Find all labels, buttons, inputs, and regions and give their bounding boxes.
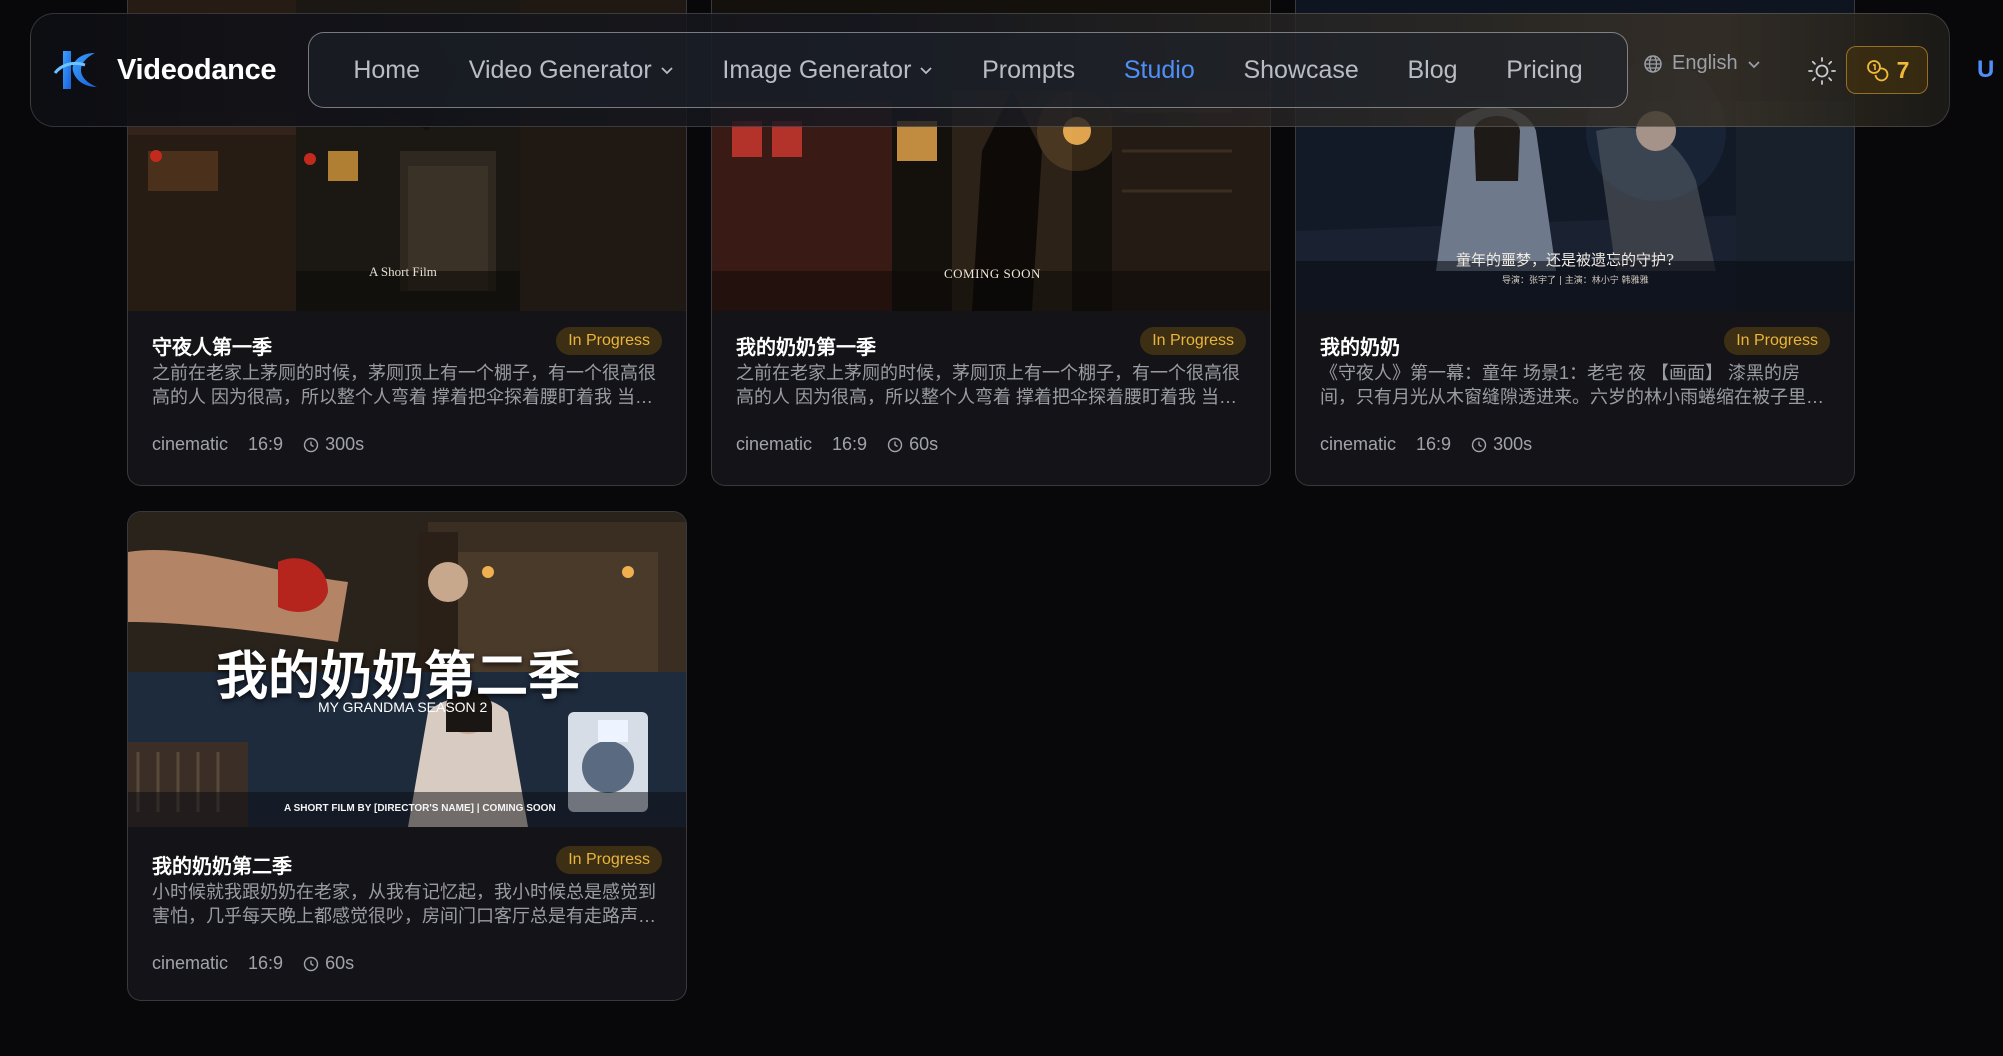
thumbnail-title: 我的奶奶第二季: [216, 646, 581, 707]
chevron-down-icon: [920, 67, 933, 75]
project-description: 之前在老家上茅厕的时候，茅厕顶上有一个棚子，有一个很高很高的人 因为很高，所以整…: [152, 363, 656, 407]
main-nav: Home Video Generator Image Generator Pro…: [308, 32, 1628, 108]
project-title: 我的奶奶: [1320, 337, 1400, 359]
nav-home[interactable]: Home: [353, 56, 420, 85]
nav-pricing[interactable]: Pricing: [1506, 56, 1582, 85]
ratio-tag: 16:9: [832, 434, 868, 454]
project-meta: cinematic 16:9 60s: [152, 953, 354, 974]
clock-icon: [303, 956, 319, 971]
thumbnail-credit: 导演：张宇了 | 主演：林小宁 韩雅雅: [1502, 276, 1649, 286]
nav-prompts-label: Prompts: [982, 55, 1076, 84]
project-title: 我的奶奶第二季: [152, 856, 292, 878]
project-description: 小时候就我跟奶奶在老家，从我有记忆起，我小时候总是感觉到害怕，几乎每天晚上都感觉…: [152, 882, 656, 926]
status-badge: In Progress: [1140, 327, 1246, 355]
project-title: 守夜人第一季: [152, 337, 272, 359]
videodance-logo-icon: [53, 51, 97, 89]
brand[interactable]: Videodance: [51, 43, 313, 97]
project-meta: cinematic 16:9 300s: [152, 434, 364, 455]
user-avatar[interactable]: U: [1977, 56, 1994, 84]
clock-icon: [1471, 437, 1487, 452]
top-navbar: Videodance Home Video Generator Image Ge…: [30, 13, 1994, 127]
language-selector[interactable]: English: [1643, 52, 1761, 75]
coins-icon: [1866, 60, 1888, 82]
duration-label: 60s: [909, 434, 939, 454]
brand-name: Videodance: [117, 53, 277, 86]
project-description: 之前在老家上茅厕的时候，茅厕顶上有一个棚子，有一个很高很高的人 因为很高，所以整…: [736, 363, 1240, 407]
globe-icon: [1644, 54, 1662, 73]
style-tag: cinematic: [152, 953, 229, 973]
nav-image-generator-label: Image Generator: [722, 55, 912, 84]
chevron-down-icon: [1747, 60, 1760, 68]
theme-toggle-sun-icon[interactable]: [1807, 56, 1837, 86]
ratio-tag: 16:9: [1416, 434, 1452, 454]
thumbnail-subtitle: MY GRANDMA SEASON 2: [318, 699, 488, 715]
project-title: 我的奶奶第一季: [736, 337, 876, 359]
thumbnail-caption: A Short Film: [369, 264, 437, 279]
style-tag: cinematic: [152, 434, 229, 454]
duration-tag: 60s: [303, 953, 354, 974]
status-badge: In Progress: [1724, 327, 1830, 355]
clock-icon: [303, 437, 319, 452]
ratio-tag: 16:9: [248, 434, 284, 454]
nav-studio-label: Studio: [1123, 55, 1195, 84]
credits-count: 7: [1896, 56, 1910, 83]
thumbnail-caption: 童年的噩梦，还是被遗忘的守护?: [1456, 251, 1675, 269]
project-meta: cinematic 16:9 300s: [1320, 434, 1532, 455]
nav-video-generator-label: Video Generator: [468, 55, 652, 84]
duration-label: 300s: [1493, 434, 1533, 454]
nav-showcase[interactable]: Showcase: [1243, 56, 1358, 85]
nav-home-label: Home: [353, 55, 421, 84]
thumbnail-caption: COMING SOON: [944, 266, 1041, 281]
nav-pricing-label: Pricing: [1506, 55, 1583, 84]
project-description: 《守夜人》第一幕：童年 场景1：老宅 夜 【画面】 漆黑的房间，只有月光从木窗缝…: [1320, 363, 1824, 407]
status-badge: In Progress: [556, 846, 662, 874]
style-tag: cinematic: [1320, 434, 1397, 454]
nav-blog-label: Blog: [1407, 55, 1458, 84]
credits-button[interactable]: 7: [1846, 46, 1928, 94]
project-card[interactable]: 我的奶奶第二季 MY GRANDMA SEASON 2 A SHORT FILM…: [127, 511, 687, 1001]
duration-tag: 300s: [1471, 434, 1532, 455]
status-badge: In Progress: [556, 327, 662, 355]
nav-blog[interactable]: Blog: [1408, 56, 1458, 85]
project-meta: cinematic 16:9 60s: [736, 434, 938, 455]
language-label: English: [1672, 52, 1738, 74]
style-tag: cinematic: [736, 434, 813, 454]
nav-video-generator[interactable]: Video Generator: [469, 56, 674, 85]
chevron-down-icon: [661, 67, 673, 75]
nav-showcase-label: Showcase: [1243, 55, 1359, 84]
clock-icon: [887, 437, 903, 452]
project-thumbnail: 我的奶奶第二季 MY GRANDMA SEASON 2 A SHORT FILM…: [128, 512, 686, 827]
ratio-tag: 16:9: [248, 953, 284, 973]
duration-tag: 60s: [887, 434, 938, 455]
nav-image-generator[interactable]: Image Generator: [722, 56, 933, 85]
thumbnail-caption: A SHORT FILM BY [DIRECTOR'S NAME] | COMI…: [284, 803, 556, 814]
duration-label: 60s: [325, 953, 355, 973]
nav-studio[interactable]: Studio: [1124, 56, 1195, 85]
nav-prompts[interactable]: Prompts: [982, 56, 1075, 85]
duration-label: 300s: [325, 434, 365, 454]
duration-tag: 300s: [303, 434, 364, 455]
